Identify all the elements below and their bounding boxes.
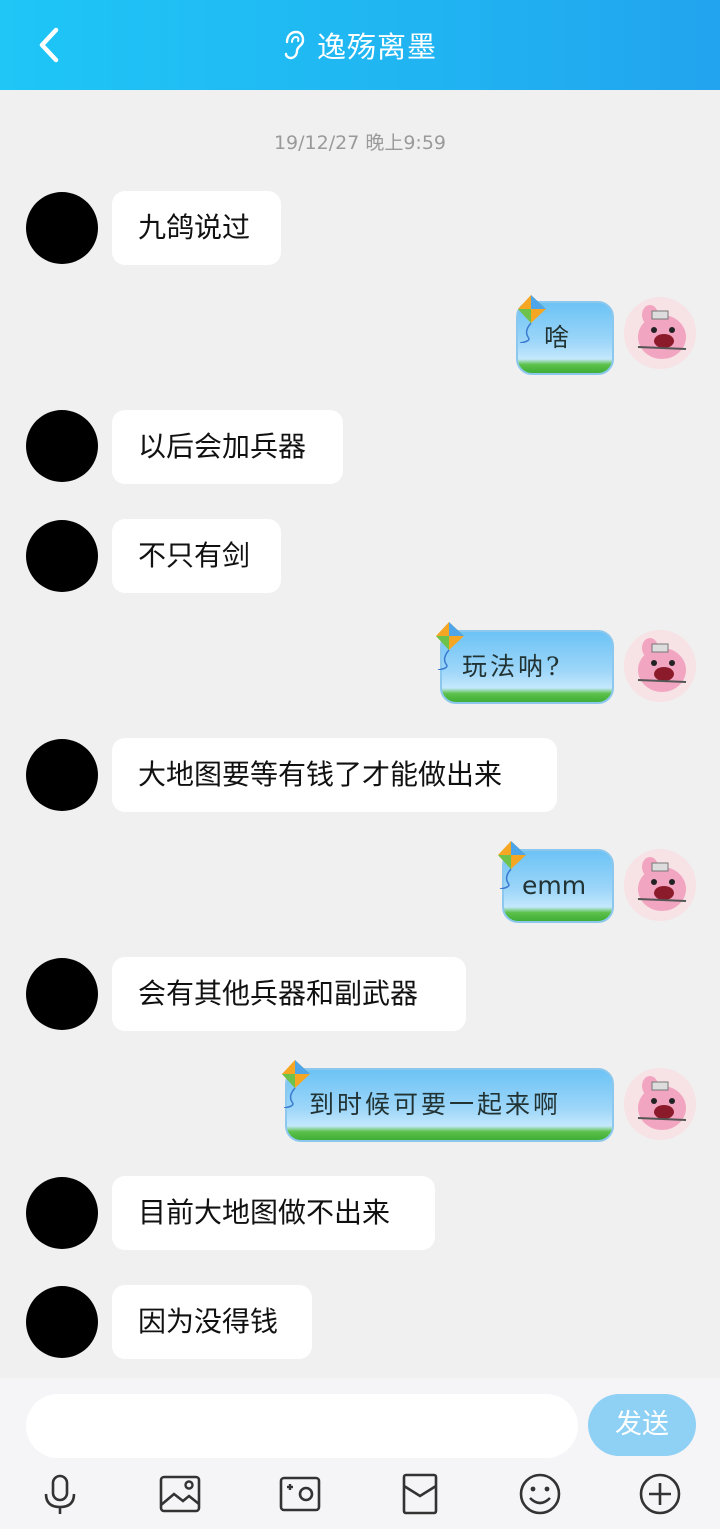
message-bubble[interactable]: 因为没得钱 bbox=[112, 1285, 312, 1359]
contact-avatar[interactable] bbox=[26, 958, 98, 1030]
message-bubble[interactable]: 不只有剑 bbox=[112, 519, 281, 593]
message-bubble[interactable]: 大地图要等有钱了才能做出来 bbox=[112, 738, 557, 812]
message-bubble[interactable]: 会有其他兵器和副武器 bbox=[112, 957, 466, 1031]
emoji-icon[interactable] bbox=[518, 1472, 562, 1516]
kite-decoration-icon bbox=[518, 295, 546, 343]
message-text: 玩法呐? bbox=[462, 652, 563, 681]
pink-cartoon-avatar-icon bbox=[624, 297, 696, 369]
plus-icon[interactable] bbox=[638, 1472, 682, 1516]
camera-icon[interactable] bbox=[278, 1472, 322, 1516]
message-text: emm bbox=[522, 871, 587, 900]
contact-avatar[interactable] bbox=[26, 410, 98, 482]
kite-decoration-icon bbox=[436, 622, 464, 670]
ear-icon bbox=[284, 30, 305, 60]
self-avatar[interactable] bbox=[624, 630, 696, 702]
pink-cartoon-avatar-icon bbox=[624, 1068, 696, 1140]
message-text: 到时候可要一起来啊 bbox=[309, 1090, 562, 1119]
contact-avatar[interactable] bbox=[26, 1286, 98, 1358]
red-packet-icon[interactable] bbox=[398, 1472, 442, 1516]
microphone-icon[interactable] bbox=[38, 1472, 82, 1516]
chat-title: 逸殇离墨 bbox=[316, 30, 437, 64]
contact-avatar[interactable] bbox=[26, 192, 98, 264]
pink-cartoon-avatar-icon bbox=[624, 630, 696, 702]
message-bubble[interactable]: 九鸽说过 bbox=[112, 191, 281, 265]
title-wrap: 逸殇离墨 bbox=[0, 0, 720, 90]
message-timestamp: 19/12/27 晚上9:59 bbox=[273, 132, 447, 154]
self-avatar[interactable] bbox=[624, 849, 696, 921]
chat-header: 逸殇离墨 bbox=[0, 0, 720, 90]
message-bubble[interactable]: 以后会加兵器 bbox=[112, 410, 343, 484]
message-bubble[interactable]: 到时候可要一起来啊 bbox=[285, 1068, 614, 1146]
contact-avatar[interactable] bbox=[26, 1177, 98, 1249]
kite-decoration-icon bbox=[498, 841, 526, 889]
contact-avatar[interactable] bbox=[26, 739, 98, 811]
pink-cartoon-avatar-icon bbox=[624, 849, 696, 921]
message-bubble[interactable]: 目前大地图做不出来 bbox=[112, 1176, 435, 1250]
send-button[interactable]: 发送 bbox=[588, 1394, 696, 1456]
self-avatar[interactable] bbox=[624, 1068, 696, 1140]
image-icon[interactable] bbox=[158, 1472, 202, 1516]
contact-avatar[interactable] bbox=[26, 520, 98, 592]
input-bar: 发送 bbox=[0, 1378, 720, 1529]
self-avatar[interactable] bbox=[624, 297, 696, 369]
message-input[interactable] bbox=[26, 1394, 578, 1458]
kite-decoration-icon bbox=[282, 1060, 310, 1108]
